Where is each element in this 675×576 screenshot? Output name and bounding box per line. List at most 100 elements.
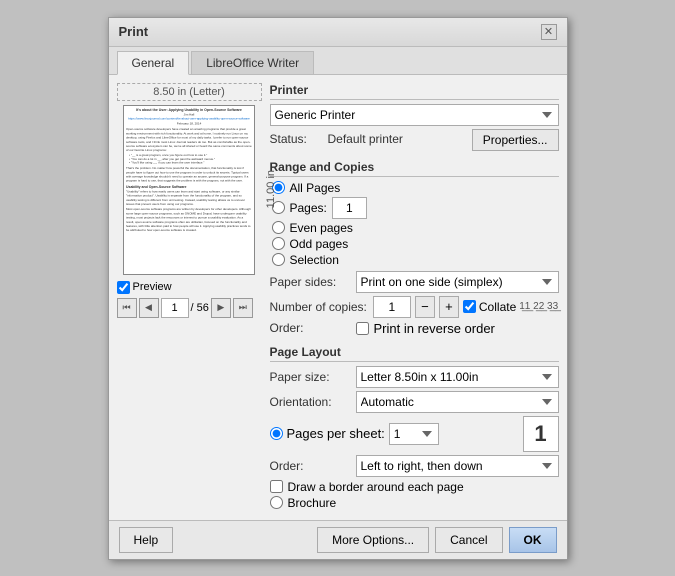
preview-doc-text: Open-source software developers have cre…: [126, 127, 252, 152]
border-checkbox[interactable]: [270, 480, 283, 493]
dialog-body: 8.50 in (Letter) It's about the User: Ap…: [109, 75, 567, 520]
preview-bullets: • "__ is a great program, once you figur…: [129, 153, 252, 165]
selection-row: Selection: [272, 253, 559, 267]
range-section: Range and Copies All Pages Pages: Even p…: [270, 160, 559, 339]
all-pages-row: All Pages: [272, 181, 559, 195]
reverse-order-checkbox[interactable]: [356, 322, 369, 335]
nav-prev-button[interactable]: ◀: [139, 298, 159, 318]
odd-pages-row: Odd pages: [272, 237, 559, 251]
paper-size-label: Paper size:: [270, 370, 350, 384]
preview-checkbox-row: Preview: [117, 281, 262, 294]
brochure-row: Brochure: [270, 496, 559, 510]
printer-row: Generic Printer: [270, 104, 559, 126]
collate-checkbox[interactable]: [463, 300, 476, 313]
orientation-label: Orientation:: [270, 395, 350, 409]
tabs-bar: General LibreOffice Writer: [109, 47, 567, 75]
pages-row: Pages:: [272, 197, 559, 219]
printer-select[interactable]: Generic Printer: [270, 104, 559, 126]
dialog-title: Print: [119, 24, 149, 39]
status-row: Status: Default printer: [270, 132, 403, 146]
preview-doc-text4: Most open-source software programs are w…: [126, 207, 252, 232]
layout-order-row: Order: Left to right, then down: [270, 455, 559, 477]
layout-order-label: Order:: [270, 459, 350, 473]
bottom-bar: Help More Options... Cancel OK: [109, 520, 567, 559]
paper-size-select[interactable]: Letter 8.50in x 11.00in: [356, 366, 559, 388]
bottom-left: Help: [119, 527, 174, 553]
reverse-order-label: Print in reverse order: [374, 321, 495, 336]
order-row: Order: Print in reverse order: [270, 321, 559, 336]
pages-preview-box: 1: [523, 416, 559, 452]
close-button[interactable]: ✕: [541, 24, 557, 40]
pages-sheet-label: Pages per sheet:: [287, 426, 385, 441]
copies-plus-button[interactable]: +: [439, 296, 459, 318]
orientation-select[interactable]: Automatic: [356, 391, 559, 413]
preview-doc-link: https://www.linuxjournal.com/content/its…: [126, 117, 252, 121]
nav-first-button[interactable]: ⏮: [117, 298, 137, 318]
preview-checkbox-label: Preview: [133, 281, 172, 293]
nav-total-label: / 56: [191, 302, 209, 314]
preview-controls: Preview ⏮ ◀ / 56 ▶ ⏭: [117, 281, 262, 318]
order-label: Order:: [270, 321, 350, 335]
layout-section-header: Page Layout: [270, 345, 559, 362]
preview-checkbox[interactable]: [117, 281, 130, 294]
even-pages-row: Even pages: [272, 221, 559, 235]
border-label: Draw a border around each page: [288, 480, 464, 494]
preview-section-header: Usability and Open-Source Software: [126, 184, 252, 189]
status-value: Default printer: [328, 132, 403, 146]
bottom-right: More Options... Cancel OK: [317, 527, 556, 553]
help-button[interactable]: Help: [119, 527, 174, 553]
copies-label: Number of copies:: [270, 300, 367, 314]
pages-label: Pages:: [290, 201, 327, 215]
paper-sides-label: Paper sides:: [270, 275, 350, 289]
layout-order-select[interactable]: Left to right, then down: [356, 455, 559, 477]
page-size-right-label: 11.00 in: [265, 170, 277, 208]
pages-input[interactable]: [332, 197, 367, 219]
printer-status-row: Status: Default printer Properties...: [270, 129, 559, 151]
all-pages-label: All Pages: [290, 181, 341, 195]
preview-doc-text2: That's the problem. No matter how powerf…: [126, 166, 252, 183]
paper-sides-select[interactable]: Print on one side (simplex): [356, 271, 559, 293]
printer-section: Printer Generic Printer Status: Default …: [270, 83, 559, 154]
border-row: Draw a border around each page: [270, 480, 559, 494]
preview-doc-date: February 18, 2014: [126, 122, 252, 126]
collate-label: Collate 1̲1̲ 2̲2̲ 3̲3̲: [463, 300, 558, 314]
settings-panel: Printer Generic Printer Status: Default …: [270, 83, 559, 512]
tab-general[interactable]: General: [117, 51, 190, 75]
preview-wrapper: It's about the User: Applying Usability …: [123, 105, 255, 275]
nav-next-button[interactable]: ▶: [211, 298, 231, 318]
page-preview-inner: It's about the User: Applying Usability …: [124, 106, 254, 235]
title-bar: Print ✕: [109, 18, 567, 47]
preview-nav: ⏮ ◀ / 56 ▶ ⏭: [117, 298, 262, 318]
preview-doc-text3: "Usability" refers to how easily users c…: [126, 189, 252, 206]
range-section-header: Range and Copies: [270, 160, 559, 177]
copies-row: Number of copies: − + Collate 1̲1̲ 2̲2̲ …: [270, 296, 559, 318]
page-size-right-wrapper: 11.00 in: [265, 105, 277, 275]
brochure-label: Brochure: [288, 496, 337, 510]
copies-input[interactable]: [373, 296, 411, 318]
properties-button[interactable]: Properties...: [472, 129, 559, 151]
pages-sheet-container: Pages per sheet: 1: [270, 423, 517, 445]
nav-last-button[interactable]: ⏭: [233, 298, 253, 318]
pages-sheet-radio[interactable]: [270, 427, 283, 440]
selection-label: Selection: [290, 253, 339, 267]
preview-panel: 8.50 in (Letter) It's about the User: Ap…: [117, 83, 262, 512]
more-options-button[interactable]: More Options...: [317, 527, 429, 553]
nav-page-input[interactable]: [161, 298, 189, 318]
ok-button[interactable]: OK: [509, 527, 557, 553]
paper-sides-row: Paper sides: Print on one side (simplex): [270, 271, 559, 293]
printer-section-header: Printer: [270, 83, 559, 100]
pages-sheet-select[interactable]: 1: [389, 423, 439, 445]
cancel-button[interactable]: Cancel: [435, 527, 502, 553]
page-preview: It's about the User: Applying Usability …: [123, 105, 255, 275]
preview-doc-title: It's about the User: Applying Usability …: [126, 108, 252, 113]
collate-icon: 1̲1̲ 2̲2̲ 3̲3̲: [519, 301, 558, 312]
range-radio-group: All Pages Pages: Even pages Odd pages: [270, 181, 559, 267]
copies-minus-button[interactable]: −: [415, 296, 435, 318]
brochure-radio[interactable]: [270, 496, 283, 509]
pages-preview-number: 1: [534, 421, 546, 447]
print-dialog: Print ✕ General LibreOffice Writer 8.50 …: [108, 17, 568, 560]
preview-doc-author: Jim Hall: [126, 113, 252, 117]
copies-controls: − + Collate 1̲1̲ 2̲2̲ 3̲3̲: [373, 296, 558, 318]
odd-pages-label: Odd pages: [290, 237, 349, 251]
tab-libreoffice-writer[interactable]: LibreOffice Writer: [191, 51, 314, 74]
